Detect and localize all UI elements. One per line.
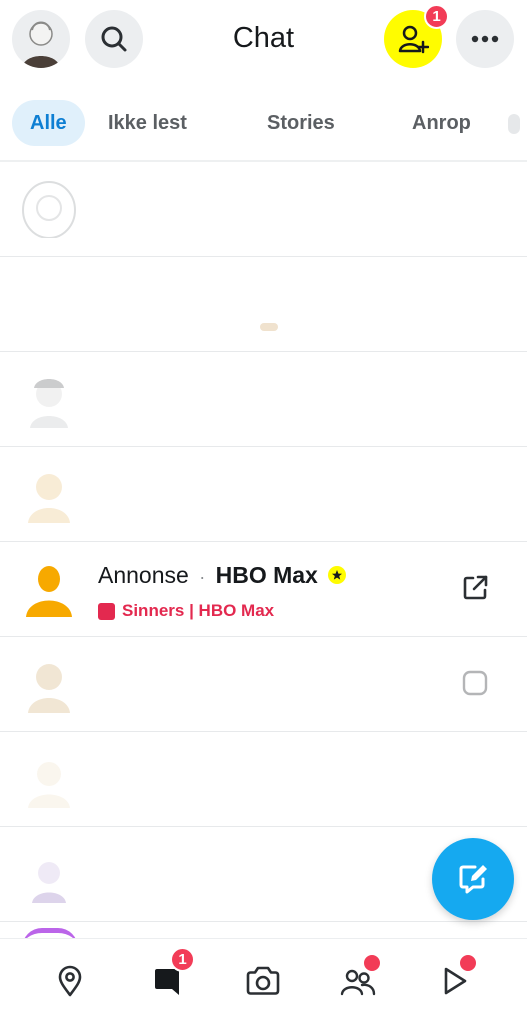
- header: Chat 1: [0, 0, 527, 84]
- open-link-button[interactable]: [457, 570, 493, 606]
- reply-button[interactable]: [457, 665, 493, 701]
- bottom-nav: 1: [0, 938, 527, 1024]
- chat-row[interactable]: [0, 352, 527, 447]
- chat-row[interactable]: [0, 637, 527, 732]
- tab-anrop[interactable]: Anrop: [394, 100, 489, 146]
- ad-row[interactable]: Annonse · HBO Max Sinners | HBO Max: [0, 542, 527, 637]
- tab-overflow-hint: [508, 114, 520, 134]
- friends-notification-dot: [362, 953, 382, 973]
- stories-notification-dot: [458, 953, 478, 973]
- friend-avatar: [32, 862, 66, 903]
- add-friend-icon: [398, 25, 429, 54]
- ad-brand: HBO Max: [215, 562, 318, 588]
- more-icon: [471, 35, 499, 43]
- camera-icon: [246, 966, 280, 995]
- compose-icon: [459, 865, 487, 894]
- tab-ikke-lest[interactable]: Ikke lest: [90, 100, 205, 146]
- new-chat-button[interactable]: [432, 838, 514, 920]
- chat-row[interactable]: [0, 257, 527, 352]
- chat-badge: 1: [170, 947, 195, 972]
- add-friend-badge: 1: [424, 4, 449, 29]
- external-link-icon: [463, 575, 488, 600]
- search-button[interactable]: [85, 10, 143, 68]
- chat-row[interactable]: [0, 162, 527, 257]
- nav-chat[interactable]: 1: [139, 947, 195, 1009]
- page-title: Chat: [232, 22, 295, 54]
- snap-square-icon: [98, 602, 115, 620]
- tab-stories[interactable]: Stories: [249, 100, 353, 146]
- friend-avatar: [28, 474, 70, 523]
- more-button[interactable]: [456, 10, 514, 68]
- friend-avatar: [22, 181, 76, 238]
- filter-tabs: Alle Ikke lest Stories Anrop: [0, 86, 527, 162]
- chat-row[interactable]: [0, 447, 527, 542]
- ad-subtitle: Sinners | HBO Max: [98, 601, 274, 621]
- nav-friends[interactable]: [330, 953, 386, 1009]
- profile-avatar[interactable]: [12, 10, 70, 68]
- reply-camera-icon: [462, 670, 488, 696]
- friend-avatar: [28, 762, 70, 808]
- chat-row[interactable]: [0, 732, 527, 827]
- faded-emoji: [260, 323, 278, 331]
- ad-title: Annonse · HBO Max: [98, 562, 347, 589]
- map-pin-icon: [58, 965, 82, 997]
- nav-stories[interactable]: [426, 953, 482, 1009]
- chat-list: Annonse · HBO Max Sinners | HBO Max: [0, 162, 527, 922]
- friend-avatar: [30, 379, 68, 428]
- friend-avatar: [28, 664, 70, 713]
- search-icon: [101, 26, 127, 52]
- ad-subtitle-text: Sinners | HBO Max: [122, 601, 275, 620]
- nav-camera[interactable]: [235, 953, 291, 1009]
- ad-prefix: Annonse: [98, 562, 189, 588]
- bitmoji-placeholder-icon: [26, 566, 72, 617]
- verified-star-icon: [328, 566, 347, 584]
- bitmoji-avatar-icon: [22, 21, 60, 68]
- nav-map[interactable]: [42, 953, 98, 1009]
- tab-alle[interactable]: Alle: [12, 100, 85, 146]
- add-friend-button[interactable]: 1: [384, 4, 449, 68]
- ad-separator: ·: [199, 567, 206, 587]
